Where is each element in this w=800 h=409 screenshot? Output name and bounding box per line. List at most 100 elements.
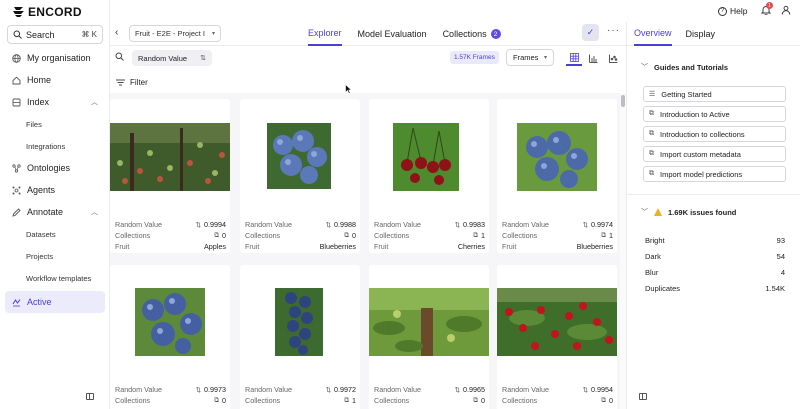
sidebar-item-agents[interactable]: Agents <box>0 179 110 201</box>
guide-getting-started[interactable]: ☰ Getting Started <box>643 86 786 102</box>
logo[interactable]: ENCORD <box>12 5 82 19</box>
sidebar-item-projects[interactable]: Projects <box>0 245 110 267</box>
overview-panel: Overview Display ﹀ Guides and Tutorials … <box>626 22 800 409</box>
random-value: 0.9965 <box>463 385 485 394</box>
select-check-button[interactable]: ✓ <box>582 24 599 41</box>
filter-button[interactable]: Filter <box>110 72 626 92</box>
sort-chip[interactable]: Random Value ⇅ <box>132 50 212 66</box>
collections-label: Collections <box>374 231 410 240</box>
issue-row-bright[interactable]: Bright 93 <box>645 234 785 246</box>
issue-label: Dark <box>645 251 661 261</box>
explorer-toolbar: Random Value ⇅ 1.57K Frames Frames ▾ <box>110 46 626 70</box>
grid-view-icon[interactable] <box>566 50 582 66</box>
guide-introduction-to-collections[interactable]: ⧉ Introduction to collections <box>643 126 786 142</box>
issue-value: 93 <box>776 235 785 245</box>
sidebar-item-annotate[interactable]: Annotate ︿ <box>0 201 110 223</box>
card-meta: Random Value ⇅ 0.9973 Collections ⧉ 0 <box>115 384 226 406</box>
scatter-view-icon[interactable] <box>605 50 621 66</box>
collection-icon: ⧉ <box>473 396 478 404</box>
tab-explorer[interactable]: Explorer <box>308 22 342 46</box>
ontology-icon <box>12 163 21 173</box>
sidebar-item-active[interactable]: Active <box>5 291 105 313</box>
sidebar-item-datasets[interactable]: Datasets <box>0 223 110 245</box>
sidebar-item-workflow-templates[interactable]: Workflow templates <box>0 267 110 289</box>
project-select[interactable]: Fruit - E2E - Project I ▾ <box>129 25 221 42</box>
image-card[interactable]: Random Value ⇅ 0.9983 Collections ⧉ 1 Fruit C… <box>369 99 489 253</box>
collapse-panel-icon[interactable] <box>639 393 647 400</box>
frames-select[interactable]: Frames ▾ <box>506 49 554 66</box>
random-value: 0.9994 <box>204 220 226 229</box>
image-card[interactable]: Random Value ⇅ 0.9973 Collections ⧉ 0 <box>110 265 230 409</box>
image-card[interactable]: Random Value ⇅ 0.9974 Collections ⧉ 1 Fruit B… <box>497 99 617 253</box>
issue-row-dark[interactable]: Dark 54 <box>645 250 785 262</box>
issue-row-duplicates[interactable]: Duplicates 1.54K <box>645 282 785 294</box>
more-options-icon[interactable]: ··· <box>607 25 620 36</box>
list-icon: ☰ <box>649 91 656 98</box>
sidebar-item-label: Index <box>27 97 50 107</box>
collections-count: 0 <box>222 231 226 240</box>
random-value: 0.9974 <box>591 220 613 229</box>
sidebar-item-my-organisation[interactable]: My organisation <box>0 47 110 69</box>
fruit-label: Fruit <box>374 242 389 251</box>
chevron-up-icon[interactable]: ︿ <box>91 207 98 217</box>
sort-order-icon[interactable]: ⇅ <box>200 54 206 62</box>
blueberries-image <box>267 123 331 189</box>
sidebar-item-home[interactable]: Home <box>0 69 110 91</box>
sidebar-item-ontologies[interactable]: Ontologies <box>0 157 110 179</box>
tab-collections[interactable]: Collections 2 <box>443 22 501 46</box>
sidebar-item-label: Home <box>27 75 52 85</box>
guide-label: Import custom metadata <box>660 149 741 159</box>
guide-label: Import model predictions <box>660 169 743 179</box>
sidebar-item-label: Active <box>27 297 52 307</box>
collections-label: Collections <box>245 396 281 405</box>
collections-count: 0 <box>609 396 613 405</box>
encord-logo-icon <box>13 7 24 17</box>
notification-badge: 1 <box>766 2 773 9</box>
tab-display[interactable]: Display <box>686 22 716 46</box>
image-card[interactable]: Random Value ⇅ 0.9988 Collections ⧉ 0 Fruit B… <box>240 99 360 253</box>
divider <box>627 194 800 195</box>
image-card[interactable]: Random Value ⇅ 0.9972 Collections ⧉ 1 <box>240 265 360 409</box>
sort-order-icon: ⇅ <box>582 386 589 394</box>
sidebar: ENCORD Search ⌘ K My organisation Home I… <box>0 0 110 409</box>
chevron-down-icon: ▾ <box>211 31 215 37</box>
image-card[interactable]: Random Value ⇅ 0.9994 Collections ⧉ 0 Fruit A… <box>110 99 230 253</box>
collections-label: Collections <box>245 231 281 240</box>
frames-select-value: Frames <box>513 53 539 62</box>
guides-section-header[interactable]: ﹀ Guides and Tutorials <box>641 62 728 72</box>
tab-overview[interactable]: Overview <box>634 22 672 46</box>
tab-label: Overview <box>634 28 672 38</box>
tab-model-evaluation[interactable]: Model Evaluation <box>358 22 427 46</box>
guide-label: Introduction to Active <box>660 109 730 119</box>
check-icon: ✓ <box>586 27 595 37</box>
back-arrow-icon[interactable]: ‹ <box>115 27 118 38</box>
global-search[interactable]: Search ⌘ K <box>7 25 103 44</box>
guide-import-custom-metadata[interactable]: ⧉ Import custom metadata <box>643 146 786 162</box>
sidebar-item-files[interactable]: Files <box>0 113 110 135</box>
sort-order-icon: ⇅ <box>454 386 461 394</box>
issue-row-blur[interactable]: Blur 4 <box>645 266 785 278</box>
search-icon[interactable] <box>115 52 124 61</box>
tab-label: Model Evaluation <box>357 29 427 39</box>
issue-label: Blur <box>645 267 659 277</box>
bar-chart-view-icon[interactable] <box>585 50 601 66</box>
user-icon[interactable] <box>781 5 791 15</box>
sidebar-item-integrations[interactable]: Integrations <box>0 135 110 157</box>
scrollbar-thumb[interactable] <box>621 95 625 107</box>
issues-section-header[interactable]: ﹀ 1.69K issues found <box>641 207 736 217</box>
guide-introduction-to-active[interactable]: ⧉ Introduction to Active <box>643 106 786 122</box>
fruit-value: Blueberries <box>576 242 613 251</box>
random-value: 0.9973 <box>204 385 226 394</box>
random-value-label: Random Value <box>245 220 293 229</box>
collections-count: 0 <box>222 396 226 405</box>
frames-count-badge: 1.57K Frames <box>450 51 499 64</box>
chevron-up-icon[interactable]: ︿ <box>91 97 98 107</box>
collections-count-badge: 2 <box>490 29 501 39</box>
image-card[interactable]: Random Value ⇅ 0.9965 Collections ⧉ 0 <box>369 265 489 409</box>
help-button[interactable]: ? Help <box>718 6 747 16</box>
index-icon <box>12 98 21 107</box>
guide-import-model-predictions[interactable]: ⧉ Import model predictions <box>643 166 786 182</box>
collapse-sidebar-icon[interactable] <box>86 393 94 400</box>
sidebar-item-index[interactable]: Index ︿ <box>0 91 110 113</box>
image-card[interactable]: Random Value ⇅ 0.9954 Collections ⧉ 0 <box>497 265 617 409</box>
